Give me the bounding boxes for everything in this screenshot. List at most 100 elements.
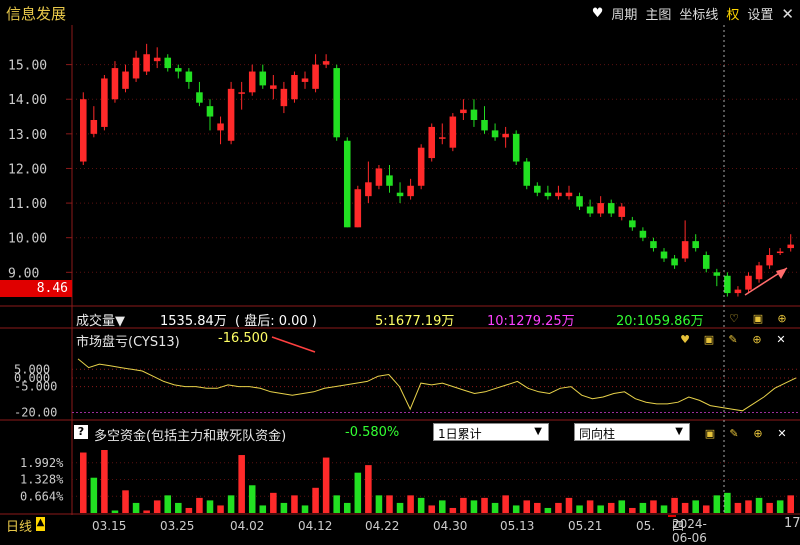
fund-bar	[597, 505, 604, 513]
candle-body	[322, 61, 330, 65]
heart-icon[interactable]: ♥	[678, 333, 692, 346]
zoom-icon[interactable]: ⊕	[750, 333, 764, 346]
candle-body	[175, 68, 182, 72]
candle-body	[143, 54, 150, 72]
period-toggle-icon[interactable]: ▲	[36, 517, 45, 531]
pin-icon[interactable]: ✎	[727, 427, 741, 440]
close-icon[interactable]: ✕	[775, 427, 789, 440]
candle-body	[449, 116, 457, 148]
fund-bar	[671, 497, 678, 513]
bar-mode-dropdown[interactable]: 同向柱 ▼	[574, 423, 690, 441]
heart-icon[interactable]: ♡	[727, 312, 741, 325]
zoom-icon[interactable]: ⊕	[751, 427, 765, 440]
volume-value: 1535.84万	[160, 314, 227, 329]
candle-body	[122, 71, 129, 89]
fund-bar	[745, 500, 752, 513]
candle-body	[534, 185, 541, 193]
fund-bar	[354, 472, 362, 513]
fund-tick-label: 0.664%	[20, 489, 64, 503]
candle-body	[227, 88, 235, 141]
fund-bar	[555, 502, 562, 513]
fund-bar	[111, 510, 119, 513]
chevron-down-icon: ▼	[534, 426, 542, 437]
date-tick-label: 03.25	[160, 519, 195, 533]
candle-body	[217, 123, 224, 131]
cursor-date: 2024-06-06 四	[668, 515, 707, 545]
fund-bar	[544, 507, 552, 513]
candle-body	[660, 251, 668, 259]
period-label[interactable]: 日线	[6, 516, 32, 535]
window-icon[interactable]: ▣	[703, 427, 717, 440]
accumulate-dropdown[interactable]: 1日累计 ▼	[433, 423, 549, 441]
candle-body	[618, 206, 626, 217]
date-tick-label: 05.13	[500, 519, 535, 533]
date-axis: 日线 ▲ 03.15 03.25 04.02 04.12 04.22 04.30 05.13…	[0, 515, 800, 545]
fund-bar	[512, 505, 520, 513]
candle-body	[132, 57, 140, 79]
volume-after-hours: ( 盘后: 0.00 )	[235, 314, 317, 329]
candle-body	[80, 99, 87, 162]
cys-value: -16.500	[218, 331, 269, 346]
volume-label[interactable]: 成交量▼	[76, 310, 125, 329]
pin-icon[interactable]: ✎	[726, 333, 740, 346]
candle-body	[259, 71, 267, 86]
date-tick-label: 04.22	[365, 519, 400, 533]
zoom-icon[interactable]: ⊕	[775, 312, 789, 325]
fund-bar	[713, 495, 721, 513]
chevron-down-icon: ▼	[675, 426, 683, 437]
fund-bar	[312, 487, 319, 513]
fund-bar	[132, 502, 140, 513]
candle-body	[481, 120, 488, 131]
candle-body	[301, 78, 309, 82]
window-icon[interactable]: ▣	[751, 312, 765, 325]
candle-body	[755, 265, 763, 280]
fund-bar	[428, 505, 435, 513]
candle-body	[439, 137, 446, 139]
fund-bar	[122, 490, 129, 513]
fund-tick-label: 1.328%	[20, 473, 64, 487]
date-tick-label: 05.	[636, 519, 656, 533]
fund-bar	[629, 507, 636, 513]
fund-bar	[534, 502, 541, 513]
candle-body	[185, 71, 193, 82]
chart-canvas: 15.0014.0013.0012.0011.0010.009.00 5.000…	[0, 25, 800, 515]
cys-panel-icons: ♥ ▣ ✎ ⊕ ✕	[678, 333, 788, 346]
candle-body	[153, 57, 161, 62]
candle-body	[650, 241, 657, 249]
candle-body	[555, 192, 562, 197]
fund-bar	[618, 500, 626, 513]
volume-ma20: 20:1059.86万	[616, 314, 704, 329]
fund-bar	[248, 485, 256, 513]
fund-bar	[417, 497, 425, 513]
candle-body	[576, 196, 583, 207]
candle-body	[248, 71, 256, 93]
candle-body	[206, 106, 214, 117]
fund-bar	[259, 505, 267, 513]
price-tick-label: 15.00	[8, 59, 47, 74]
fund-bar	[270, 492, 277, 513]
candle-body	[164, 57, 172, 69]
fund-bar	[449, 507, 457, 513]
cys-tick-label: -20.00	[14, 406, 57, 420]
fund-bar	[333, 495, 340, 513]
cursor-extra: 17	[784, 516, 800, 531]
price-tick-label: 13.00	[8, 128, 47, 143]
fund-bar	[301, 505, 309, 513]
window-icon[interactable]: ▣	[702, 333, 716, 346]
fund-bar	[776, 500, 784, 513]
help-icon[interactable]: ?	[74, 425, 88, 439]
close-icon[interactable]: ✕	[774, 333, 788, 346]
fund-bar	[639, 502, 647, 513]
price-tick-label: 14.00	[8, 93, 47, 108]
fund-bar	[101, 450, 108, 513]
fund-bar	[365, 465, 372, 513]
fund-bar	[343, 502, 351, 513]
fund-bar	[692, 500, 699, 513]
fund-bar	[439, 500, 446, 513]
price-tick-label: 12.00	[8, 162, 47, 177]
candle-body	[375, 168, 383, 186]
fund-bar	[143, 510, 150, 513]
candle-body	[428, 126, 435, 159]
fund-bar	[481, 497, 488, 513]
fund-bar	[565, 497, 573, 513]
